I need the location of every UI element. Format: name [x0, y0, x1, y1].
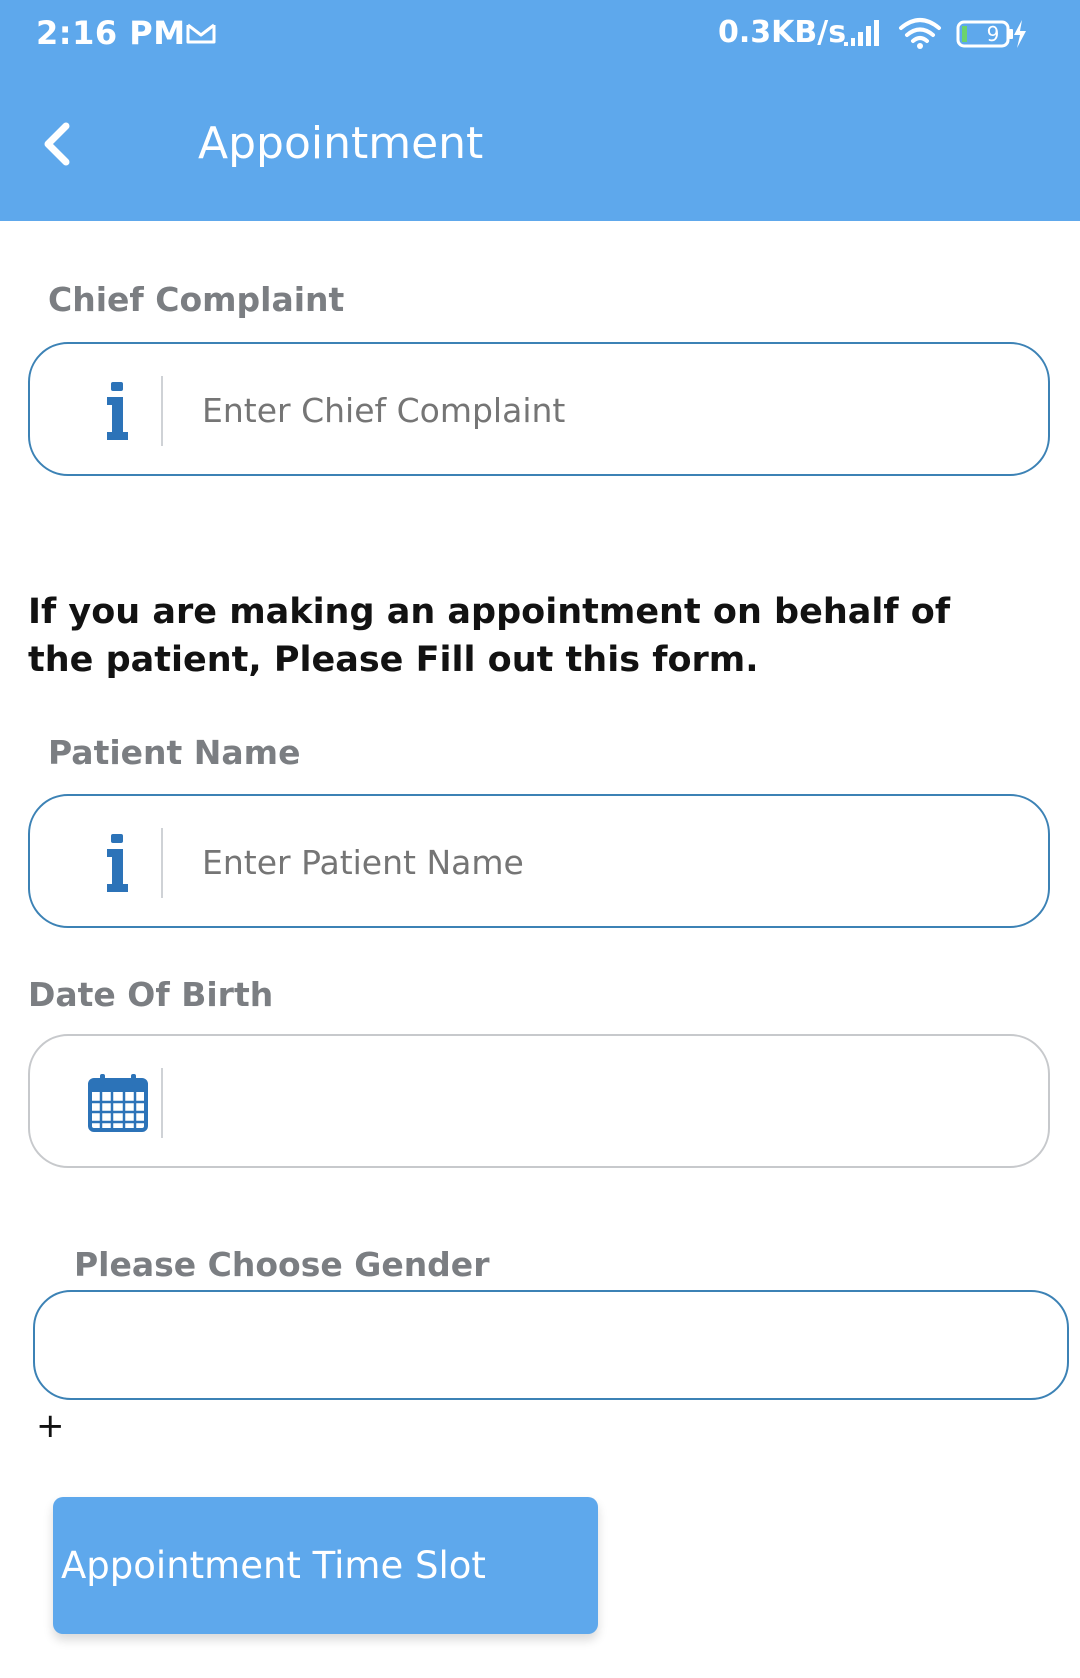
input-divider — [161, 1068, 163, 1138]
patient-name-label: Patient Name — [48, 733, 301, 772]
gmail-icon — [186, 23, 216, 44]
battery-level: 9 — [986, 22, 1000, 46]
signal-icon — [844, 20, 879, 46]
chief-complaint-field[interactable] — [28, 342, 1050, 476]
input-divider — [161, 828, 163, 898]
info-icon — [107, 382, 128, 440]
charging-icon — [1014, 20, 1026, 48]
network-speed: 0.3KB/s — [718, 15, 847, 50]
info-icon — [107, 834, 128, 892]
wifi-icon — [899, 18, 941, 49]
page-title: Appointment — [198, 118, 484, 169]
chevron-left-icon — [44, 122, 70, 166]
calendar-icon — [88, 1074, 148, 1132]
gender-select[interactable] — [33, 1290, 1069, 1400]
status-time: 2:16 PM — [36, 14, 186, 52]
chief-complaint-input[interactable] — [202, 386, 1002, 436]
chief-complaint-label: Chief Complaint — [48, 280, 345, 319]
add-button[interactable]: + — [36, 1404, 65, 1448]
status-bar: 2:16 PM 0.3KB/s 9 — [0, 0, 1080, 68]
app-header: 2:16 PM 0.3KB/s 9 Appointment — [0, 0, 1080, 221]
date-of-birth-label: Date Of Birth — [28, 975, 274, 1014]
input-divider — [161, 376, 163, 446]
date-of-birth-field[interactable] — [28, 1034, 1050, 1168]
patient-name-input[interactable] — [202, 838, 1002, 888]
back-button[interactable] — [30, 112, 86, 176]
gender-label: Please Choose Gender — [74, 1245, 490, 1284]
on-behalf-instructions: If you are making an appointment on beha… — [28, 592, 951, 680]
patient-name-field[interactable] — [28, 794, 1050, 928]
appointment-time-slot-button[interactable]: Appointment Time Slot — [53, 1497, 598, 1634]
